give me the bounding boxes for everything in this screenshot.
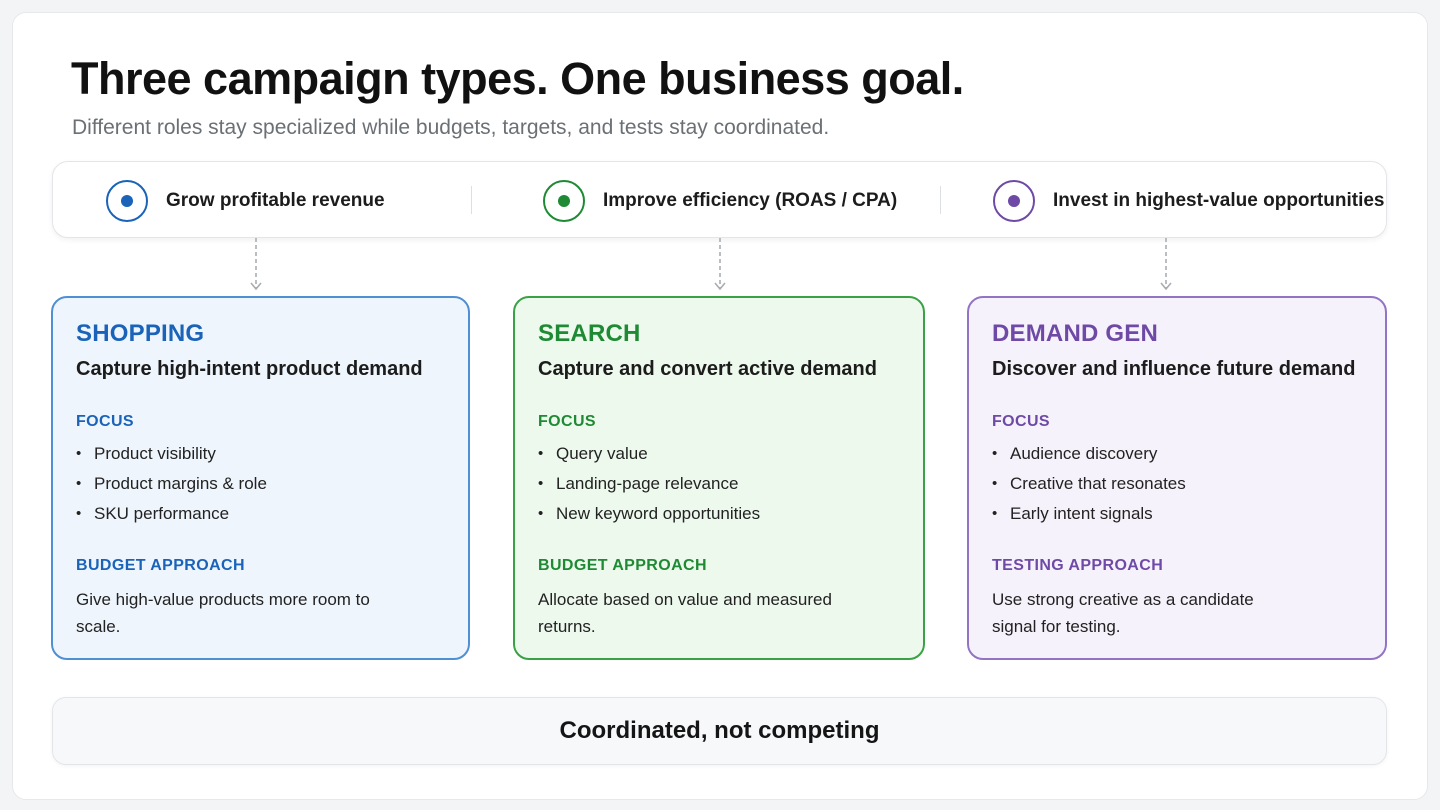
goal-label: Improve efficiency (ROAS / CPA) (603, 189, 898, 211)
target-icon (543, 179, 585, 222)
footer-label: Coordinated, not competing (559, 717, 880, 744)
list-item: • SKU performance (76, 504, 230, 523)
goal-divider (940, 186, 941, 214)
focus-label: FOCUS (76, 413, 134, 430)
card-tagline: Capture high-intent product demand (76, 358, 423, 380)
dashed-arrow-down-icon (1160, 238, 1172, 291)
goal-invest-opportunities: Invest in highest-value opportunities (993, 162, 1384, 239)
approach-label: BUDGET APPROACH (76, 557, 245, 574)
card-shopping: SHOPPING Capture high-intent product dem… (51, 296, 470, 660)
page-subtitle: Different roles stay specialized while b… (72, 116, 830, 139)
focus-label: FOCUS (992, 413, 1050, 430)
list-item: • Early intent signals (992, 504, 1153, 523)
list-item: • Audience discovery (992, 444, 1158, 463)
focus-list: • Audience discovery • Creative that reson… (992, 443, 1186, 533)
focus-label: FOCUS (538, 413, 596, 430)
focus-list: • Query value • Landing-page relevance • Ne… (538, 443, 760, 533)
list-item: • Landing-page relevance (538, 474, 739, 493)
approach-text: Allocate based on value and measured ret… (538, 590, 832, 636)
business-goals-bar: Grow profitable revenue Improve efficien… (52, 161, 1387, 238)
page-title: Three campaign types. One business goal. (71, 53, 964, 104)
list-item: • Creative that resonates (992, 474, 1186, 493)
list-item: • Product visibility (76, 444, 216, 463)
list-item: • New keyword opportunities (538, 504, 761, 523)
goal-label: Invest in highest-value opportunities (1053, 189, 1385, 211)
target-icon (106, 179, 148, 222)
footer-banner: Coordinated, not competing (52, 697, 1387, 765)
card-search: SEARCH Capture and convert active demand… (513, 296, 925, 660)
goal-divider (471, 186, 472, 214)
target-icon (993, 179, 1035, 222)
approach-label: TESTING APPROACH (992, 557, 1164, 574)
card-tagline: Discover and influence future demand (992, 358, 1356, 380)
dashed-arrow-down-icon (250, 238, 262, 291)
list-item: • Product margins & role (76, 474, 267, 493)
goal-grow-revenue: Grow profitable revenue (106, 162, 385, 239)
approach-text: Use strong creative as a candidate signa… (992, 590, 1254, 636)
goal-label: Grow profitable revenue (166, 189, 385, 211)
card-title: SEARCH (538, 320, 641, 347)
approach-text: Give high-value products more room to sc… (76, 590, 370, 636)
dashed-arrow-down-icon (714, 238, 726, 291)
card-title: SHOPPING (76, 320, 205, 347)
approach-label: BUDGET APPROACH (538, 557, 707, 574)
focus-list: • Product visibility • Product margins & r… (76, 443, 267, 533)
card-demand-gen: DEMAND GEN Discover and influence future… (967, 296, 1387, 660)
goal-improve-efficiency: Improve efficiency (ROAS / CPA) (543, 162, 897, 239)
card-tagline: Capture and convert active demand (538, 358, 877, 380)
list-item: • Query value (538, 444, 648, 463)
card-title: DEMAND GEN (992, 320, 1159, 347)
